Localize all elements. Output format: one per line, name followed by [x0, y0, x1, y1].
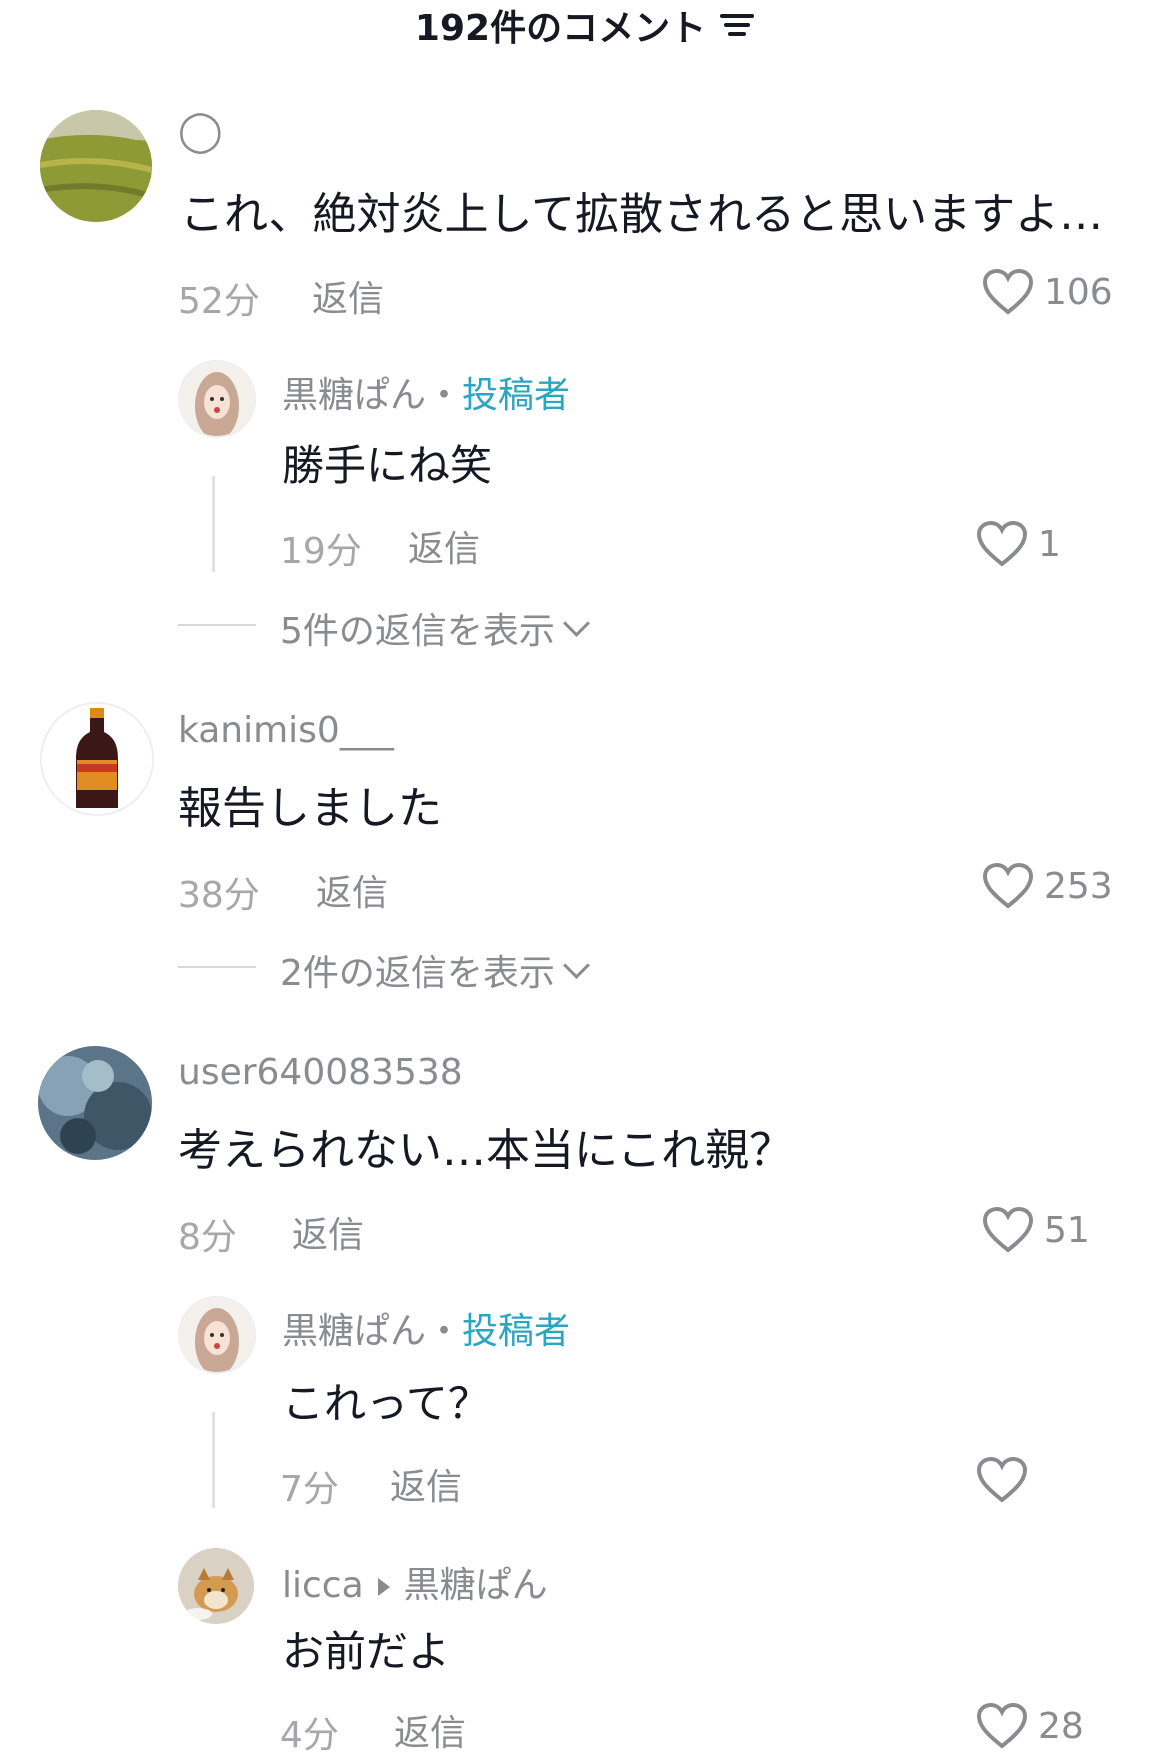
like-button[interactable]: 106 — [982, 268, 1113, 316]
thread-line — [212, 1412, 215, 1508]
reply-time: 7分 — [280, 1469, 339, 1510]
comment-time: 8分 — [178, 1217, 237, 1258]
comments-header: 192件のコメント — [0, 0, 1169, 50]
comment-username[interactable]: kanimis0___ — [178, 710, 394, 751]
like-button[interactable] — [976, 1456, 1038, 1504]
reply-button[interactable]: 返信 — [316, 864, 388, 916]
reply-text: お前だよ — [282, 1627, 451, 1676]
like-count: 106 — [1044, 271, 1113, 313]
view-replies-button[interactable]: 2件の返信を表示 — [280, 944, 590, 996]
reply-text: 勝手にね笑 — [282, 441, 493, 490]
comment-username[interactable]: user640083538 — [178, 1052, 463, 1093]
reply-time: 19分 — [280, 531, 362, 572]
reply-arrow-icon — [377, 1578, 390, 1596]
reply-button[interactable]: 返信 — [394, 1704, 466, 1756]
divider — [178, 624, 256, 626]
chevron-down-icon — [562, 609, 590, 637]
like-button[interactable]: 28 — [976, 1702, 1084, 1750]
comment-time: 38分 — [178, 875, 260, 916]
reply-button[interactable]: 返信 — [292, 1206, 364, 1258]
blue-avatar[interactable] — [38, 1046, 152, 1160]
reply-username[interactable]: 黒糖ぱん・投稿者 — [282, 366, 570, 418]
like-button[interactable]: 253 — [982, 862, 1113, 910]
author-tag: 投稿者 — [462, 1311, 571, 1352]
like-button[interactable]: 1 — [976, 520, 1061, 568]
comment-text: 報告しました — [178, 783, 442, 834]
heart-icon — [982, 268, 1034, 315]
like-count: 51 — [1044, 1209, 1090, 1251]
reply-text: これって？ — [282, 1379, 490, 1428]
like-count: 1 — [1038, 523, 1061, 565]
heart-icon — [976, 520, 1028, 567]
dog-avatar[interactable] — [178, 1548, 254, 1624]
divider — [178, 966, 256, 968]
author-avatar[interactable] — [178, 360, 256, 438]
reply-button[interactable]: 返信 — [390, 1458, 462, 1510]
heart-icon — [982, 1206, 1034, 1253]
filter-icon[interactable] — [720, 10, 755, 40]
bottle-avatar[interactable] — [40, 702, 154, 816]
comment-text: 考えられない…本当にこれ親？ — [178, 1125, 794, 1176]
heart-icon — [982, 862, 1034, 909]
reply-button[interactable]: 返信 — [312, 270, 384, 322]
author-tag: 投稿者 — [462, 375, 571, 416]
reply-username[interactable]: 黒糖ぱん・投稿者 — [282, 1302, 570, 1354]
thread-line — [212, 476, 215, 572]
view-replies-button[interactable]: 5件の返信を表示 — [280, 602, 590, 654]
field-avatar[interactable] — [40, 110, 152, 222]
comment-count-title: 192件のコメント — [414, 8, 707, 49]
comment-username[interactable]: ◯ — [178, 108, 223, 154]
comment-text: これ、絶対炎上して拡散されると思いますよ… — [180, 189, 1104, 240]
like-button[interactable]: 51 — [982, 1206, 1090, 1254]
reply-username[interactable]: licca 黒糖ぱん — [282, 1556, 548, 1608]
comment-time: 52分 — [178, 281, 260, 322]
heart-icon — [976, 1702, 1028, 1749]
heart-icon — [976, 1456, 1028, 1503]
reply-time: 4分 — [280, 1715, 339, 1756]
chevron-down-icon — [562, 951, 590, 979]
author-avatar[interactable] — [178, 1296, 256, 1374]
like-count: 28 — [1038, 1705, 1084, 1747]
reply-button[interactable]: 返信 — [408, 520, 480, 572]
like-count: 253 — [1044, 865, 1113, 907]
